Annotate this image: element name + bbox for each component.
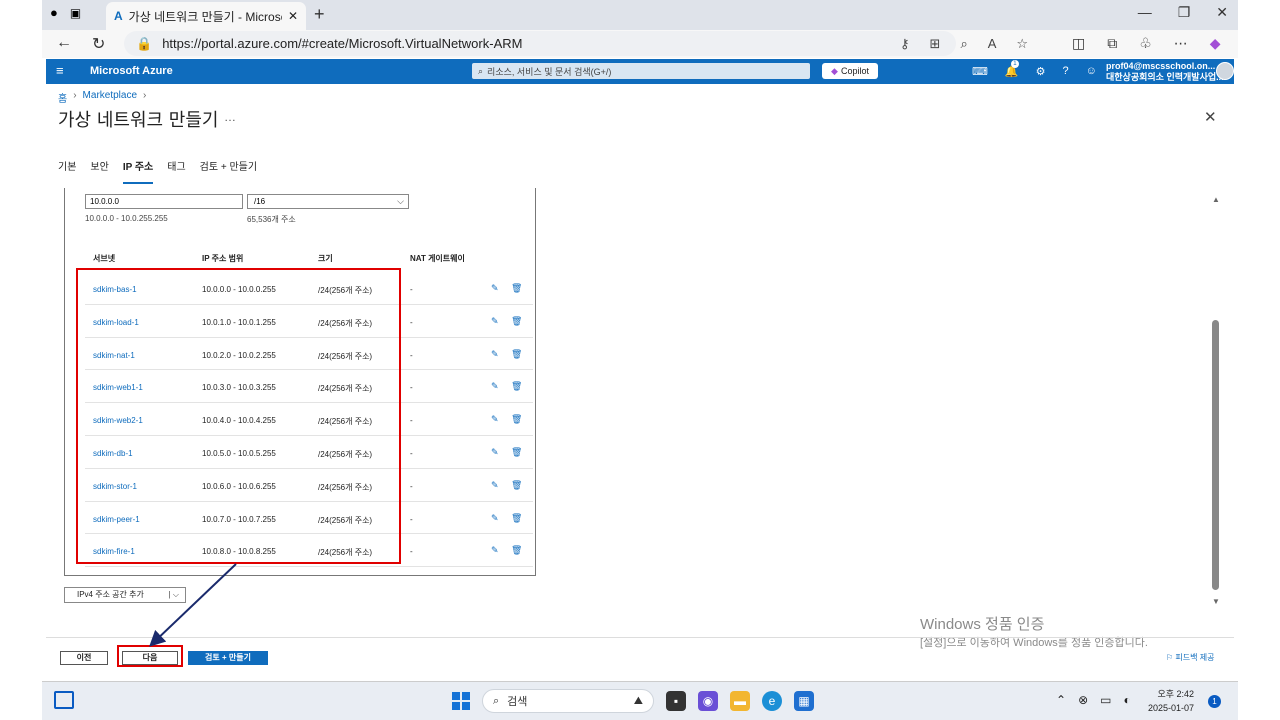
clock-date: 2025-01-07 xyxy=(1148,703,1195,713)
search-highlight-icon: ⛰ xyxy=(633,694,643,707)
widgets-icon[interactable] xyxy=(54,691,74,709)
tray-app-icon[interactable]: ⊗ xyxy=(1078,693,1088,707)
task-view-icon[interactable]: ▪ xyxy=(666,691,686,711)
volume-icon[interactable]: ◐ xyxy=(1123,693,1130,707)
edge-browser-icon[interactable]: e xyxy=(762,691,782,711)
store-icon[interactable]: ▦ xyxy=(794,691,814,711)
start-button-icon[interactable] xyxy=(452,692,470,710)
taskbar-search[interactable]: ⌕ 검색 ⛰ xyxy=(482,689,654,713)
taskbar: ⌕ 검색 ⛰ ▪ ◉ ▬ e ▦ ⌃ ⊗ ▭ ◐ 오후 2:42 2025-01… xyxy=(42,681,1238,720)
screen: ● ▣ A 가상 네트워크 만들기 - Microsoft ✕ + — ❐ ✕ … xyxy=(42,0,1238,720)
clock-time: 오후 2:42 xyxy=(1157,689,1195,699)
taskbar-search-icon: ⌕ xyxy=(493,694,500,707)
notification-center-badge[interactable]: 1 xyxy=(1208,695,1221,708)
network-icon[interactable]: ▭ xyxy=(1100,693,1111,707)
annotation-arrow xyxy=(149,563,237,647)
tray-chevron-up-icon[interactable]: ⌃ xyxy=(1056,693,1066,707)
taskbar-clock[interactable]: 오후 2:42 2025-01-07 xyxy=(1148,687,1194,715)
file-explorer-icon[interactable]: ▬ xyxy=(730,691,750,711)
chat-app-icon[interactable]: ◉ xyxy=(698,691,718,711)
taskbar-search-label: 검색 xyxy=(507,696,528,708)
